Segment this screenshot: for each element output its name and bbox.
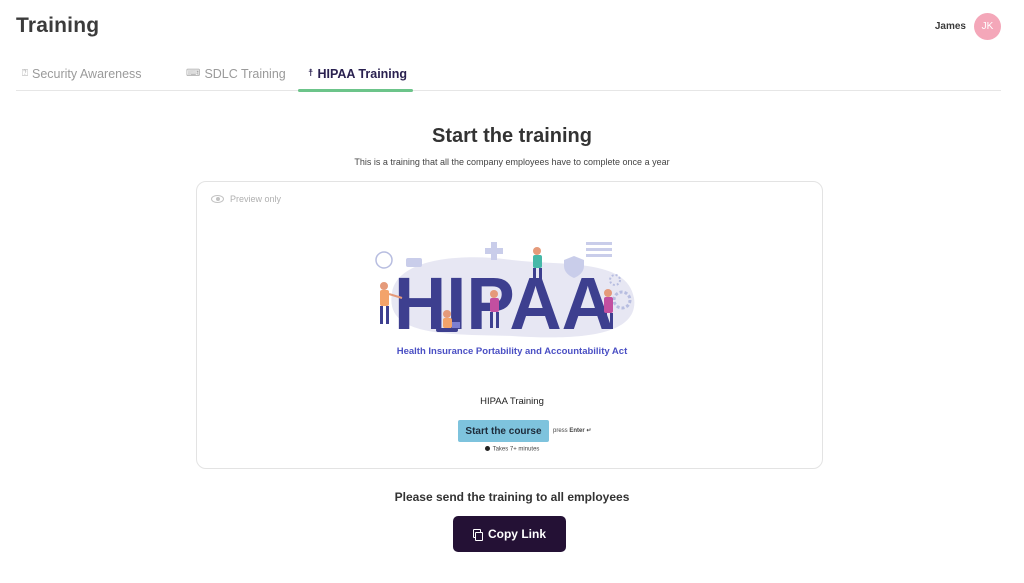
tab-security-awareness[interactable]: ⍰ Security Awareness	[22, 66, 142, 91]
list-icon	[586, 242, 612, 245]
hipaa-illustration: HIPAA	[372, 238, 642, 358]
globe-icon	[375, 251, 393, 269]
duration-note: Takes 7+ minutes	[0, 446, 1024, 453]
hero-word: HIPAA	[394, 262, 614, 345]
eye-icon	[211, 195, 224, 203]
lock-person-icon: ⍰	[22, 68, 28, 79]
press-hint-key: Enter ↵	[569, 428, 592, 434]
medical-icon: ☨	[308, 68, 314, 79]
preview-label-text: Preview only	[230, 194, 282, 204]
hero-caption: Health Insurance Portability and Account…	[396, 346, 628, 357]
code-icon: ⌨	[186, 68, 201, 79]
user-name: James	[934, 21, 966, 32]
training-tabs: ⍰ Security Awareness ⌨ SDLC Training ☨ H…	[16, 66, 1001, 92]
press-hint-prefix: press	[553, 428, 568, 434]
start-course-button[interactable]: Start the course	[458, 420, 549, 442]
send-instruction: Please send the training to all employee…	[394, 490, 630, 504]
avatar[interactable]: JK	[974, 13, 1001, 40]
page-title: Training	[16, 14, 100, 37]
medical-cross-icon	[485, 242, 503, 260]
tab-label: Security Awareness	[32, 67, 142, 81]
tab-sdlc-training[interactable]: ⌨ SDLC Training	[186, 66, 286, 91]
tab-hipaa-training[interactable]: ☨ HIPAA Training	[297, 66, 414, 92]
tab-label: SDLC Training	[204, 67, 286, 81]
preview-label: Preview only	[211, 194, 281, 204]
tab-label: HIPAA Training	[317, 67, 408, 81]
user-menu[interactable]: James JK	[935, 13, 1001, 40]
press-enter-hint: press Enter ↵	[553, 427, 591, 434]
duration-text: Takes 7+ minutes	[492, 446, 540, 453]
section-heading: Start the training	[431, 125, 592, 147]
clock-icon	[484, 446, 490, 451]
section-subheading: This is a training that all the company …	[354, 157, 670, 167]
copy-icon	[472, 529, 484, 541]
copy-link-label: Copy Link	[487, 527, 546, 541]
copy-link-button[interactable]: Copy Link	[453, 516, 566, 552]
course-title: HIPAA Training	[480, 396, 544, 407]
